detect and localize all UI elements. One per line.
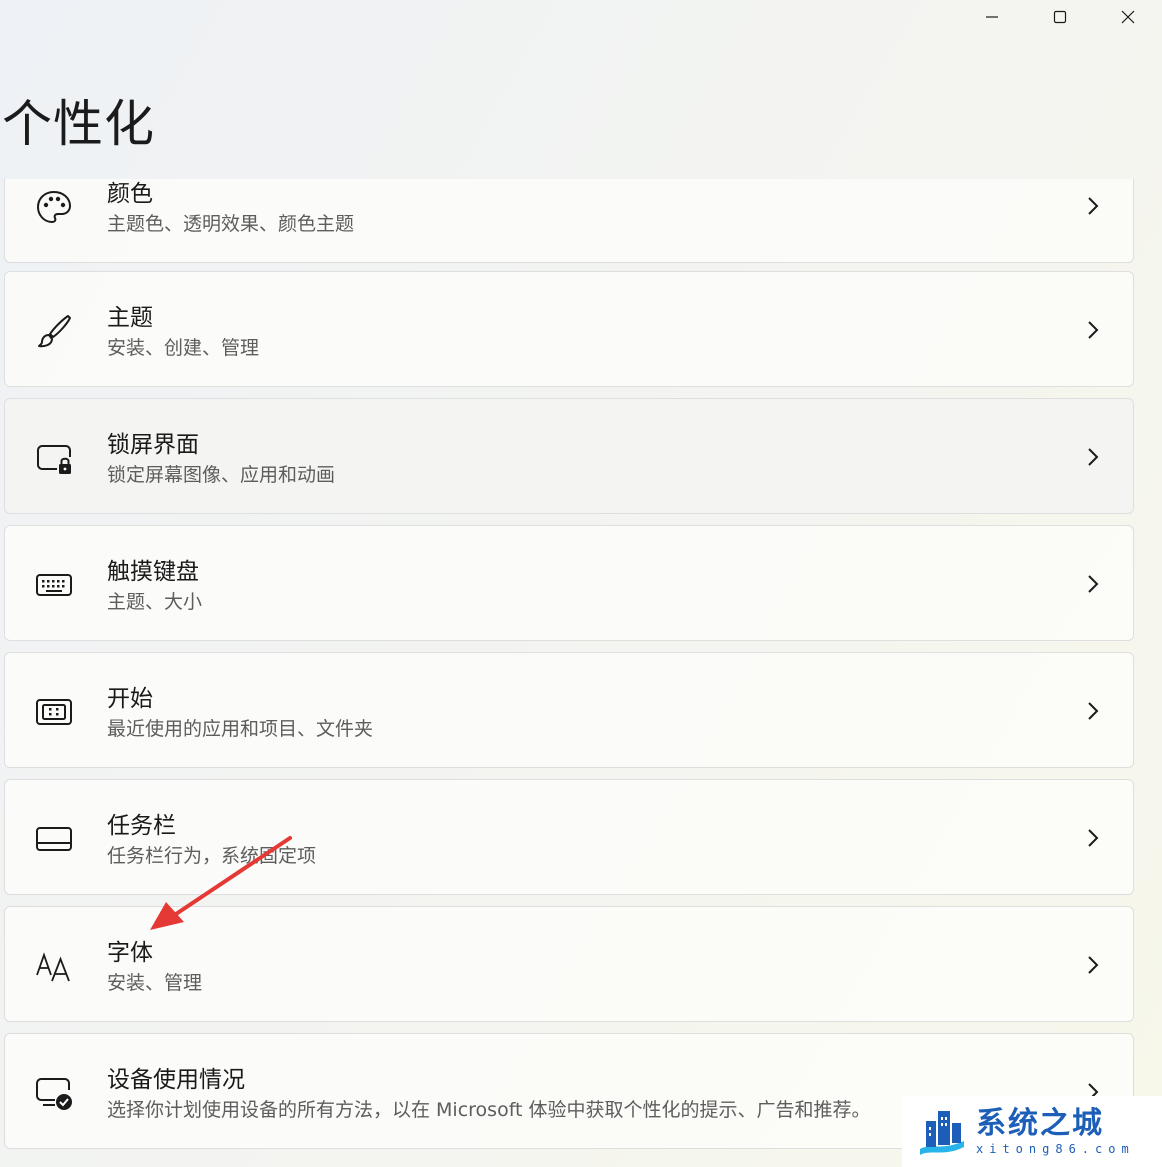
- watermark-name: 系统之城: [976, 1105, 1104, 1141]
- annotation-arrow-icon: [150, 836, 292, 930]
- settings-list: 颜色 主题色、透明效果、颜色主题 主题 安装、创建、管理 锁屏界面 锁定屏幕图像…: [0, 179, 1162, 1167]
- settings-item-title: 主题: [107, 305, 153, 331]
- watermark: 系统之城 xitong86.com: [902, 1096, 1162, 1167]
- settings-item-start[interactable]: 开始 最近使用的应用和项目、文件夹: [4, 652, 1134, 768]
- minimize-button[interactable]: [958, 0, 1026, 34]
- settings-item-title: 字体: [107, 940, 153, 966]
- settings-item-themes[interactable]: 主题 安装、创建、管理: [4, 271, 1134, 387]
- settings-item-subtitle: 主题色、透明效果、颜色主题: [107, 213, 355, 235]
- settings-item-title: 颜色: [107, 181, 153, 207]
- chevron-right-icon: [1088, 829, 1099, 847]
- watermark-domain: xitong86.com: [976, 1141, 1135, 1156]
- settings-item-subtitle: 安装、管理: [107, 972, 203, 994]
- settings-item-colors[interactable]: 颜色 主题色、透明效果、颜色主题: [4, 179, 1134, 263]
- settings-item-subtitle: 最近使用的应用和项目、文件夹: [107, 718, 374, 740]
- device-usage-icon: [36, 1078, 72, 1110]
- maximize-button[interactable]: [1026, 0, 1094, 34]
- font-icon: [36, 952, 70, 982]
- minimize-icon: [986, 16, 998, 18]
- chevron-right-icon: [1088, 702, 1099, 720]
- brush-icon: [38, 315, 71, 348]
- close-icon: [1121, 10, 1135, 24]
- chevron-right-icon: [1088, 575, 1099, 593]
- chevron-right-icon: [1088, 956, 1099, 974]
- lock-screen-icon: [37, 445, 71, 474]
- settings-item-subtitle: 选择你计划使用设备的所有方法，以在 Microsoft 体验中获取个性化的提示、…: [107, 1099, 871, 1121]
- start-icon: [36, 699, 72, 725]
- palette-icon: [36, 190, 72, 224]
- close-button[interactable]: [1094, 0, 1162, 34]
- settings-item-touch-keyboard[interactable]: 触摸键盘 主题、大小: [4, 525, 1134, 641]
- settings-item-title: 设备使用情况: [107, 1067, 245, 1093]
- settings-item-title: 开始: [107, 686, 153, 712]
- watermark-logo-icon: [920, 1110, 964, 1155]
- chevron-right-icon: [1088, 448, 1099, 466]
- settings-item-lock-screen[interactable]: 锁屏界面 锁定屏幕图像、应用和动画: [4, 398, 1134, 514]
- settings-item-title: 触摸键盘: [107, 559, 199, 585]
- maximize-icon: [1053, 10, 1067, 24]
- page-title: 个性化: [2, 95, 155, 153]
- settings-item-subtitle: 锁定屏幕图像、应用和动画: [107, 464, 336, 486]
- settings-item-subtitle: 主题、大小: [107, 591, 203, 613]
- keyboard-icon: [36, 574, 72, 596]
- settings-item-title: 锁屏界面: [107, 432, 199, 458]
- settings-item-subtitle: 安装、创建、管理: [107, 337, 260, 359]
- taskbar-icon: [36, 827, 72, 851]
- chevron-right-icon: [1088, 197, 1099, 215]
- chevron-right-icon: [1088, 321, 1099, 339]
- window-controls: [958, 0, 1162, 34]
